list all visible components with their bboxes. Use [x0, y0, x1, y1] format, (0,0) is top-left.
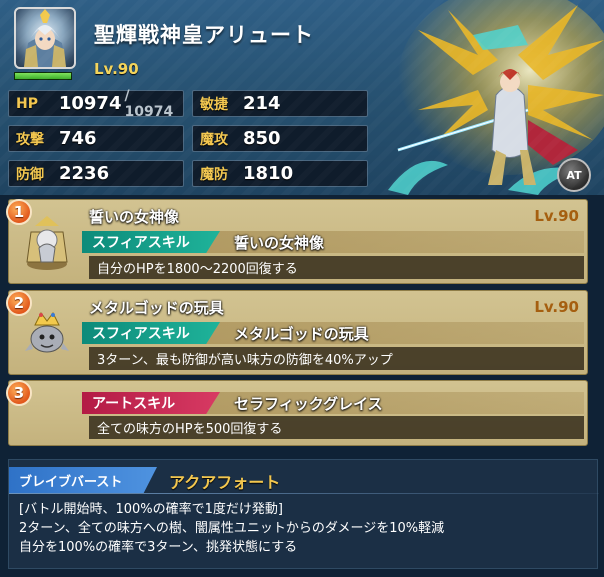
skill-description: 全ての味方のHPを500回復する [89, 416, 584, 439]
skill-type-name: 誓いの女神像 [234, 234, 325, 252]
stat-attack: 攻撃 746 [8, 125, 184, 152]
skill-type-row: アートスキル セラフィックグレイス [82, 392, 584, 414]
stat-defense: 防御 2236 [8, 160, 184, 187]
stat-defense-value: 2236 [59, 163, 110, 184]
brave-burst-header: ブレイブバースト アクアフォート [9, 464, 599, 494]
stat-defense-label: 防御 [16, 166, 44, 183]
art-skill-panel: 3 アートスキル セラフィックグレイス 全ての味方のHPを500回復する [6, 380, 588, 446]
skill-title: 誓いの女神像 [89, 208, 180, 226]
portrait-hp-fill [15, 73, 71, 79]
sphere-skill-panel-1: 1 誓いの女神像 Lv.90 スフィアスキル 誓いの女神像 自分のHPを1800… [6, 199, 588, 284]
art-skill-tag: アートスキル [82, 392, 220, 414]
stat-attack-value: 746 [59, 128, 97, 149]
skill-level: Lv.90 [534, 207, 579, 225]
stat-magic-attack-value: 850 [243, 128, 281, 149]
skill-type-name: セラフィックグレイス [234, 395, 383, 413]
sphere-skill-panel-2: 2 メタルゴッドの玩具 Lv.90 スフィアスキル メタルゴッドの玩具 3ターン… [6, 290, 588, 375]
skill-title: メタルゴッドの玩具 [89, 299, 224, 317]
stat-agility: 敏捷 214 [192, 90, 368, 117]
auto-target-button[interactable]: AT [557, 158, 591, 192]
stat-attack-label: 攻撃 [16, 131, 44, 148]
stat-agility-value: 214 [243, 93, 281, 114]
unit-header: 聖輝戦神皇アリュート Lv.90 HP 10974 / 10974 敏捷 214… [0, 0, 604, 195]
stat-hp-value: 10974 [58, 93, 122, 114]
unit-level: Lv.90 [94, 60, 139, 78]
stat-magic-attack-label: 魔攻 [200, 131, 228, 148]
metal-god-toy-sphere-icon [25, 312, 69, 353]
brave-burst-line: 自分を100%の確率で3ターン、挑発状態にする [19, 540, 298, 555]
skill-level: Lv.90 [534, 298, 579, 316]
sphere-skill-tag: スフィアスキル [82, 322, 220, 344]
stat-magic-defense: 魔防 1810 [192, 160, 368, 187]
brave-burst-tag: ブレイブバースト [9, 467, 157, 493]
stat-hp-label: HP [16, 95, 38, 112]
skill-description: 3ターン、最も防御が高い味方の防御を40%アップ [89, 347, 584, 370]
brave-burst-line: 2ターン、全ての味方への樹、闇属性ユニットからのダメージを10%軽減 [19, 521, 445, 536]
unit-name: 聖輝戦神皇アリュート [94, 23, 314, 47]
skill-description: 自分のHPを1800〜2200回復する [89, 256, 584, 279]
skill-type-row: スフィアスキル メタルゴッドの玩具 [82, 322, 584, 344]
skill-number-badge: 3 [6, 380, 32, 406]
portrait-hp-bar [14, 72, 72, 80]
skill-type-name: メタルゴッドの玩具 [234, 325, 369, 343]
goddess-statue-sphere-icon [26, 216, 68, 270]
sphere-skill-tag: スフィアスキル [82, 231, 220, 253]
stat-agility-label: 敏捷 [200, 96, 228, 113]
stat-magic-defense-label: 魔防 [200, 166, 228, 183]
brave-burst-panel: ブレイブバースト アクアフォート [バトル開始時、100%の確率で1度だけ発動]… [8, 459, 599, 569]
divider [9, 493, 599, 494]
brave-burst-name: アクアフォート [169, 473, 281, 492]
brave-burst-line: [バトル開始時、100%の確率で1度だけ発動] [19, 502, 283, 517]
stat-magic-attack: 魔攻 850 [192, 125, 368, 152]
unit-portrait-icon[interactable] [14, 7, 76, 69]
brave-burst-description: [バトル開始時、100%の確率で1度だけ発動] 2ターン、全ての味方への樹、闇属… [19, 500, 444, 557]
skill-type-row: スフィアスキル 誓いの女神像 [82, 231, 584, 253]
stat-hp: HP 10974 / 10974 [8, 87, 184, 120]
stat-magic-defense-value: 1810 [243, 163, 294, 184]
stat-hp-max: / 10974 [124, 87, 174, 120]
